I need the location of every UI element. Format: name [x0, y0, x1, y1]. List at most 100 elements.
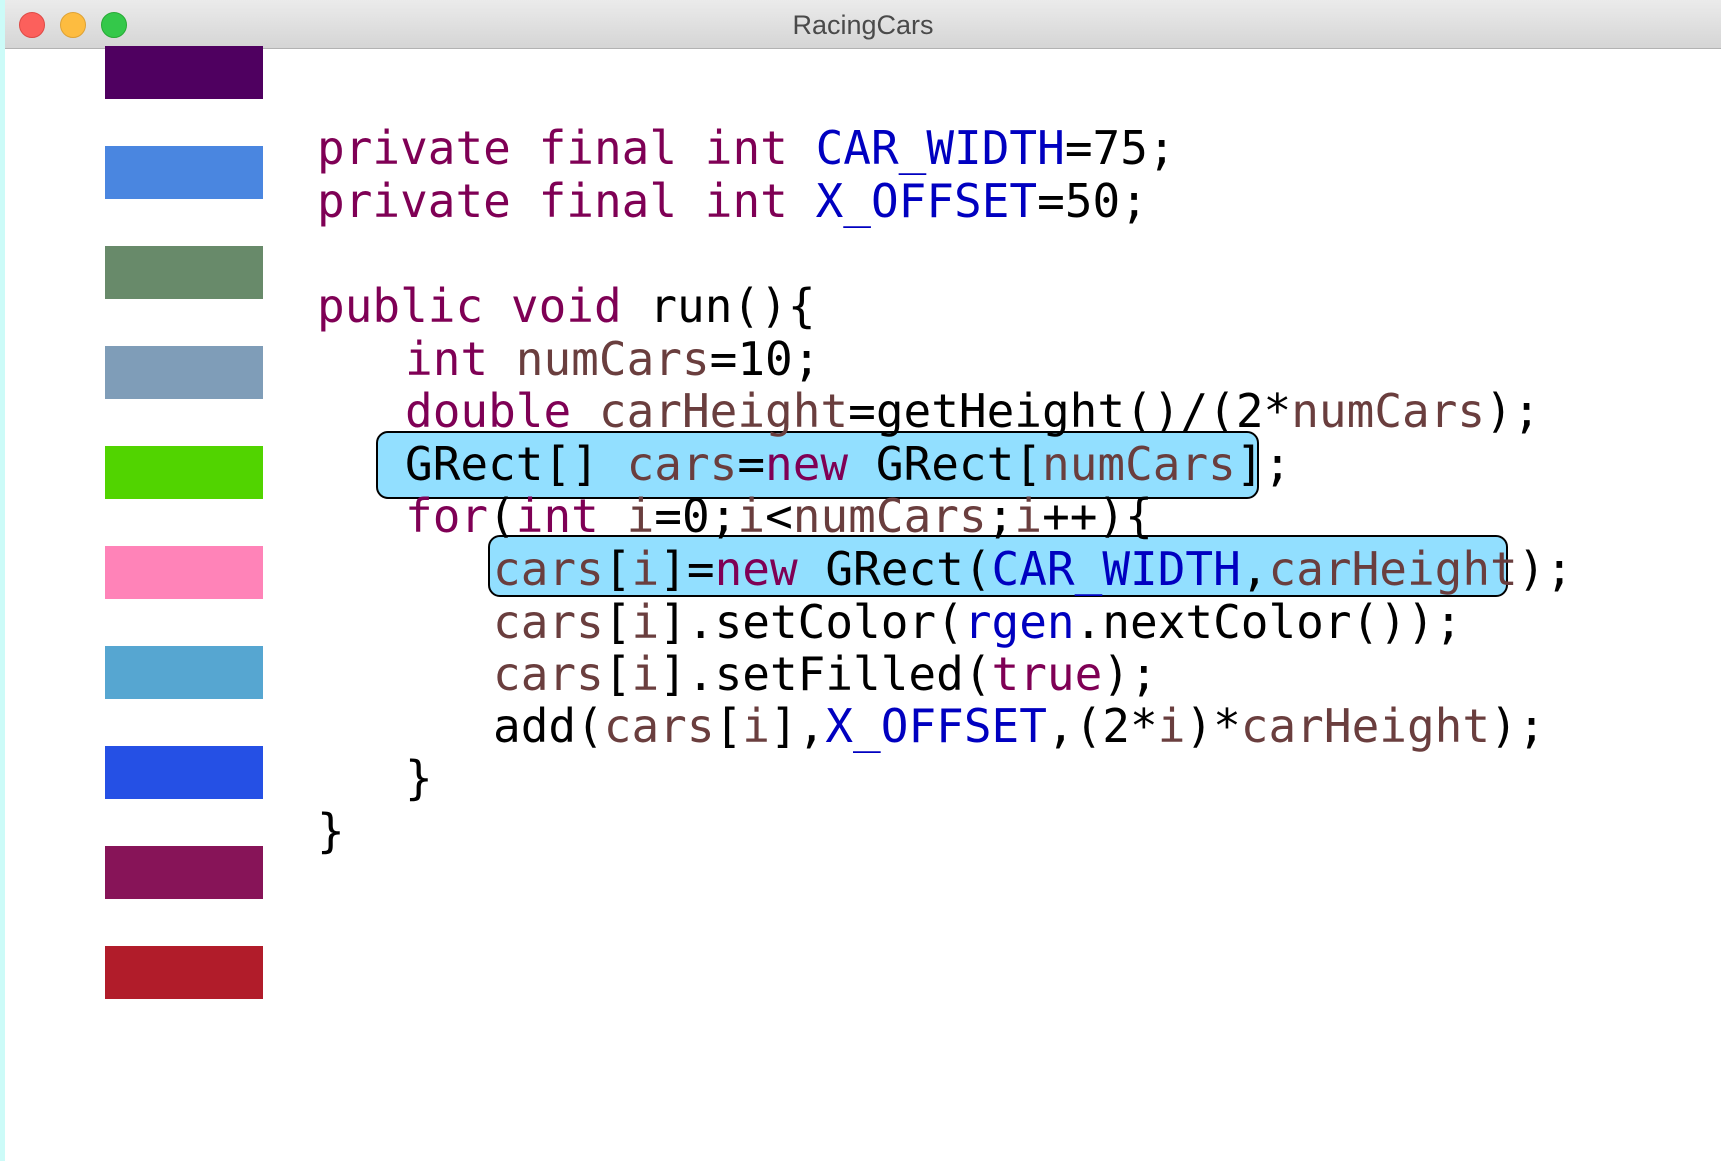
code-token: double — [405, 384, 572, 438]
code-token: =0; — [654, 489, 738, 543]
code-token: ); — [1485, 384, 1541, 438]
code-token: =10; — [709, 332, 821, 386]
code-token: final — [538, 174, 678, 228]
code-token: cars — [493, 595, 604, 649]
code-line-9: cars[i].setColor(rgen.nextColor()); — [493, 594, 1462, 650]
racing-cars-window: RacingCars private final int CAR_WIDTH=7… — [5, 0, 1721, 1161]
code-token: int — [704, 174, 788, 228]
car-rect-6 — [105, 546, 263, 599]
code-token: ); — [1517, 542, 1574, 596]
code-token: CAR_WIDTH — [815, 121, 1065, 175]
code-token: int — [405, 332, 489, 386]
code-token: numCars — [792, 489, 987, 543]
car-rect-3 — [105, 246, 263, 299]
code-token: i — [742, 699, 770, 753]
code-token: ( — [488, 489, 516, 543]
code-token: void — [510, 279, 622, 333]
code-token: cars — [493, 647, 604, 701]
car-rect-10 — [105, 946, 263, 999]
code-token: i — [631, 647, 660, 701]
code-token: ]= — [659, 542, 715, 596]
code-token: true — [991, 647, 1103, 701]
code-token: i — [626, 489, 655, 543]
code-token: ], — [769, 699, 826, 753]
code-token: [ — [603, 542, 632, 596]
code-token: numCars — [1042, 437, 1236, 491]
code-token: carHeight — [1240, 699, 1491, 753]
car-rect-5 — [105, 446, 263, 499]
code-token: i — [1014, 489, 1043, 543]
code-token: i — [631, 595, 660, 649]
code-line-5: double carHeight=getHeight()/(2*numCars)… — [405, 383, 1541, 439]
code-token: )* — [1185, 699, 1241, 753]
code-token: final — [538, 121, 678, 175]
code-token: public — [317, 279, 484, 333]
code-token: ,(2* — [1046, 699, 1158, 753]
code-token: } — [405, 751, 433, 805]
code-token: GRect( — [797, 542, 992, 596]
code-line-12: } — [405, 750, 433, 806]
code-token: [ — [603, 595, 632, 649]
code-line-11: add(cars[i],X_OFFSET,(2*i)*carHeight); — [493, 698, 1545, 754]
code-token: =50; — [1037, 174, 1148, 228]
code-token: rgen — [963, 595, 1075, 649]
code-token: ); — [1102, 647, 1158, 701]
code-token: CAR_WIDTH — [991, 542, 1241, 596]
title-bar[interactable]: RacingCars — [5, 0, 1721, 49]
code-token: .nextColor()); — [1074, 595, 1463, 649]
code-token: private — [317, 174, 511, 228]
car-rect-1 — [105, 46, 263, 99]
code-line-13: } — [317, 803, 345, 859]
code-token: X_OFFSET — [815, 174, 1038, 228]
code-token: ]; — [1235, 437, 1292, 491]
code-token: cars — [493, 542, 604, 596]
code-token: , — [1240, 542, 1269, 596]
code-token: add( — [493, 699, 604, 753]
code-token: = — [737, 437, 766, 491]
code-token: int — [515, 489, 599, 543]
code-token: i — [737, 489, 766, 543]
car-rect-7 — [105, 646, 263, 699]
code-token: numCars — [1291, 384, 1486, 438]
code-line-4: int numCars=10; — [405, 331, 820, 387]
code-token: < — [765, 489, 793, 543]
code-line-3: public void run(){ — [317, 278, 816, 334]
code-token: ; — [986, 489, 1015, 543]
code-line-2: private final int X_OFFSET=50; — [317, 173, 1148, 229]
code-line-8: cars[i]=new GRect(CAR_WIDTH,carHeight); — [493, 541, 1573, 597]
code-line-6: GRect[] cars=new GRect[numCars]; — [405, 436, 1291, 492]
code-line-7: for(int i=0;i<numCars;i++){ — [405, 488, 1153, 544]
code-token: cars — [603, 699, 715, 753]
code-line-10: cars[i].setFilled(true); — [493, 646, 1158, 702]
code-token: [ — [603, 647, 632, 701]
code-token: i — [631, 542, 660, 596]
code-token: GRect[ — [848, 437, 1043, 491]
code-token: carHeight — [598, 384, 849, 438]
code-token: carHeight — [1268, 542, 1518, 596]
car-rect-8 — [105, 746, 263, 799]
code-token: =getHeight()/(2* — [848, 384, 1292, 438]
code-token: run(){ — [621, 279, 816, 333]
code-token: X_OFFSET — [825, 699, 1047, 753]
code-token: ].setColor( — [659, 595, 964, 649]
code-token: [ — [714, 699, 743, 753]
code-token: new — [765, 437, 849, 491]
code-token: ].setFilled( — [659, 647, 992, 701]
code-token: new — [714, 542, 798, 596]
car-rect-2 — [105, 146, 263, 199]
code-token: for — [405, 489, 489, 543]
car-rect-9 — [105, 846, 263, 899]
code-token: =75; — [1064, 121, 1176, 175]
code-token: cars — [626, 437, 738, 491]
code-line-1: private final int CAR_WIDTH=75; — [317, 120, 1176, 176]
window-title: RacingCars — [792, 10, 934, 40]
